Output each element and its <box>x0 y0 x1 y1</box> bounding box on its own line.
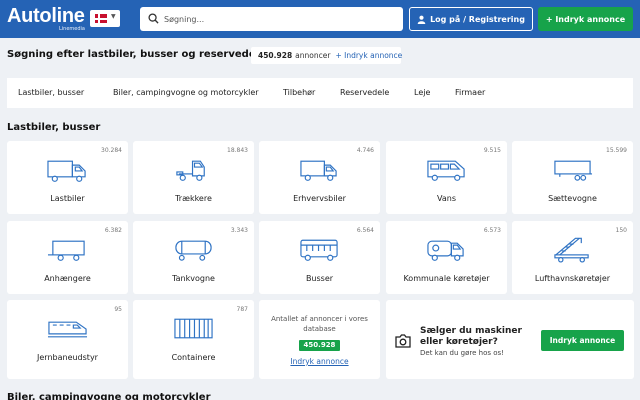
tile-count: 30.284 <box>101 147 122 154</box>
semi-trailer-icon <box>554 160 593 181</box>
tanker-icon <box>175 240 212 261</box>
category-tile-containers[interactable]: 787 Containere <box>133 300 254 379</box>
trailer-icon <box>47 240 85 261</box>
category-tab-cars[interactable]: Biler, campingvogne og motorcykler <box>113 88 259 97</box>
tile-count: 95 <box>114 306 122 313</box>
municipal-vehicle-icon <box>427 240 464 261</box>
sell-title: Sælger du maskiner eller køretøjer? <box>420 326 522 347</box>
tile-count: 6.382 <box>104 227 122 234</box>
category-tab-accessories[interactable]: Tilbehør <box>283 88 315 97</box>
ad-count: 450.928 <box>258 51 293 60</box>
tile-label: Busser <box>305 274 334 283</box>
tile-count: 9.515 <box>483 147 501 154</box>
category-tile-semi-trailers[interactable]: 15.599 Sættevogne <box>512 141 633 214</box>
category-tile-buses[interactable]: 6.564 Busser <box>259 221 380 294</box>
login-register-label: Log på / Registrering <box>430 14 525 24</box>
bus-icon <box>300 239 338 261</box>
category-nav: Lastbiler, busser Biler, campingvogne og… <box>7 78 633 108</box>
tile-label: Erhvervsbiler <box>293 194 346 203</box>
post-ad-button[interactable]: + Indryk annonce <box>538 7 633 31</box>
tile-label: Tankvogne <box>172 274 215 283</box>
sell-post-ad-button[interactable]: Indryk annonce <box>541 330 624 351</box>
section-title-cars: Biler, campingvogne og motorcykler <box>7 392 211 400</box>
autoline-logo[interactable]: Autoline Linemedia <box>7 5 85 32</box>
sell-subtitle: Det kan du gøre hos os! <box>420 349 504 357</box>
category-tile-tankers[interactable]: 3.343 Tankvogne <box>133 221 254 294</box>
language-selector[interactable]: ▼ <box>90 10 120 27</box>
category-tab-trucks-buses[interactable]: Lastbiler, busser <box>18 88 84 97</box>
category-tile-trailers[interactable]: 6.382 Anhængere <box>7 221 128 294</box>
tile-label: Vans <box>437 194 456 203</box>
tile-count: 150 <box>615 227 627 234</box>
tile-label: Jernbaneudstyr <box>37 353 98 362</box>
ad-count-box: 450.928 annoncer + Indryk annonce <box>251 47 402 64</box>
logo-text: Autoline <box>7 5 85 27</box>
sell-promo-box: Sælger du maskiner eller køretøjer? Det … <box>386 300 634 379</box>
category-tile-railway[interactable]: 95 Jernbaneudstyr <box>7 300 128 379</box>
danish-flag-icon <box>95 14 107 23</box>
category-tab-companies[interactable]: Firmaer <box>455 88 485 97</box>
tile-count: 3.343 <box>230 227 248 234</box>
tile-count: 787 <box>236 306 248 313</box>
tile-label: Lufthavnskøretøjer <box>534 274 611 283</box>
category-tile-commercial[interactable]: 4.746 Erhvervsbiler <box>259 141 380 214</box>
tile-count: 6.573 <box>483 227 501 234</box>
ad-count-info-tile: Antallet af annoncer i vores database 45… <box>259 300 380 379</box>
tile-count: 15.599 <box>606 147 627 154</box>
info-text: Antallet af annoncer i vores database <box>271 315 368 333</box>
category-tile-municipal[interactable]: 6.573 Kommunale køretøjer <box>386 221 507 294</box>
tile-label: Sættevogne <box>548 194 597 203</box>
category-tile-airport[interactable]: 150 Lufthavnskøretøjer <box>512 221 633 294</box>
ad-count-label: annoncer <box>295 51 331 60</box>
airport-stairs-icon <box>554 237 589 263</box>
camera-icon <box>395 334 411 348</box>
login-register-button[interactable]: Log på / Registrering <box>409 7 533 31</box>
tile-label: Containere <box>171 353 216 362</box>
post-ad-link[interactable]: Indryk annonce <box>259 357 380 366</box>
category-tile-tractor-units[interactable]: 18.843 Trækkere <box>133 141 254 214</box>
chevron-down-icon: ▼ <box>111 13 116 20</box>
tile-label: Lastbiler <box>50 194 85 203</box>
add-ad-link[interactable]: + Indryk annonce <box>335 51 402 60</box>
page-title: Søgning efter lastbiler, busser og reser… <box>7 49 266 60</box>
category-tab-rental[interactable]: Leje <box>414 88 430 97</box>
box-van-icon <box>300 160 337 181</box>
category-tab-spare-parts[interactable]: Reservedele <box>340 88 389 97</box>
tile-label: Anhængere <box>44 274 91 283</box>
tile-label: Trækkere <box>175 194 212 203</box>
post-ad-label: + Indryk annonce <box>545 14 626 24</box>
user-icon <box>417 15 426 24</box>
top-header: Autoline Linemedia ▼ Log på / Registreri… <box>0 0 640 38</box>
tile-count: 4.746 <box>356 147 374 154</box>
van-icon <box>427 160 465 181</box>
category-tile-trucks[interactable]: 30.284 Lastbiler <box>7 141 128 214</box>
category-tile-vans[interactable]: 9.515 Vans <box>386 141 507 214</box>
train-icon <box>47 321 88 338</box>
search-icon <box>148 13 159 24</box>
tile-count: 6.564 <box>356 227 374 234</box>
search-box[interactable] <box>140 7 403 31</box>
truck-icon <box>47 160 86 182</box>
container-icon <box>174 318 213 339</box>
total-ads-badge: 450.928 <box>299 340 340 351</box>
tile-count: 18.843 <box>227 147 248 154</box>
tractor-unit-icon <box>176 160 205 181</box>
section-title: Lastbiler, busser <box>7 122 101 133</box>
search-input[interactable] <box>164 7 399 31</box>
tile-label: Kommunale køretøjer <box>403 274 490 283</box>
logo-subtext: Linemedia <box>59 26 85 32</box>
